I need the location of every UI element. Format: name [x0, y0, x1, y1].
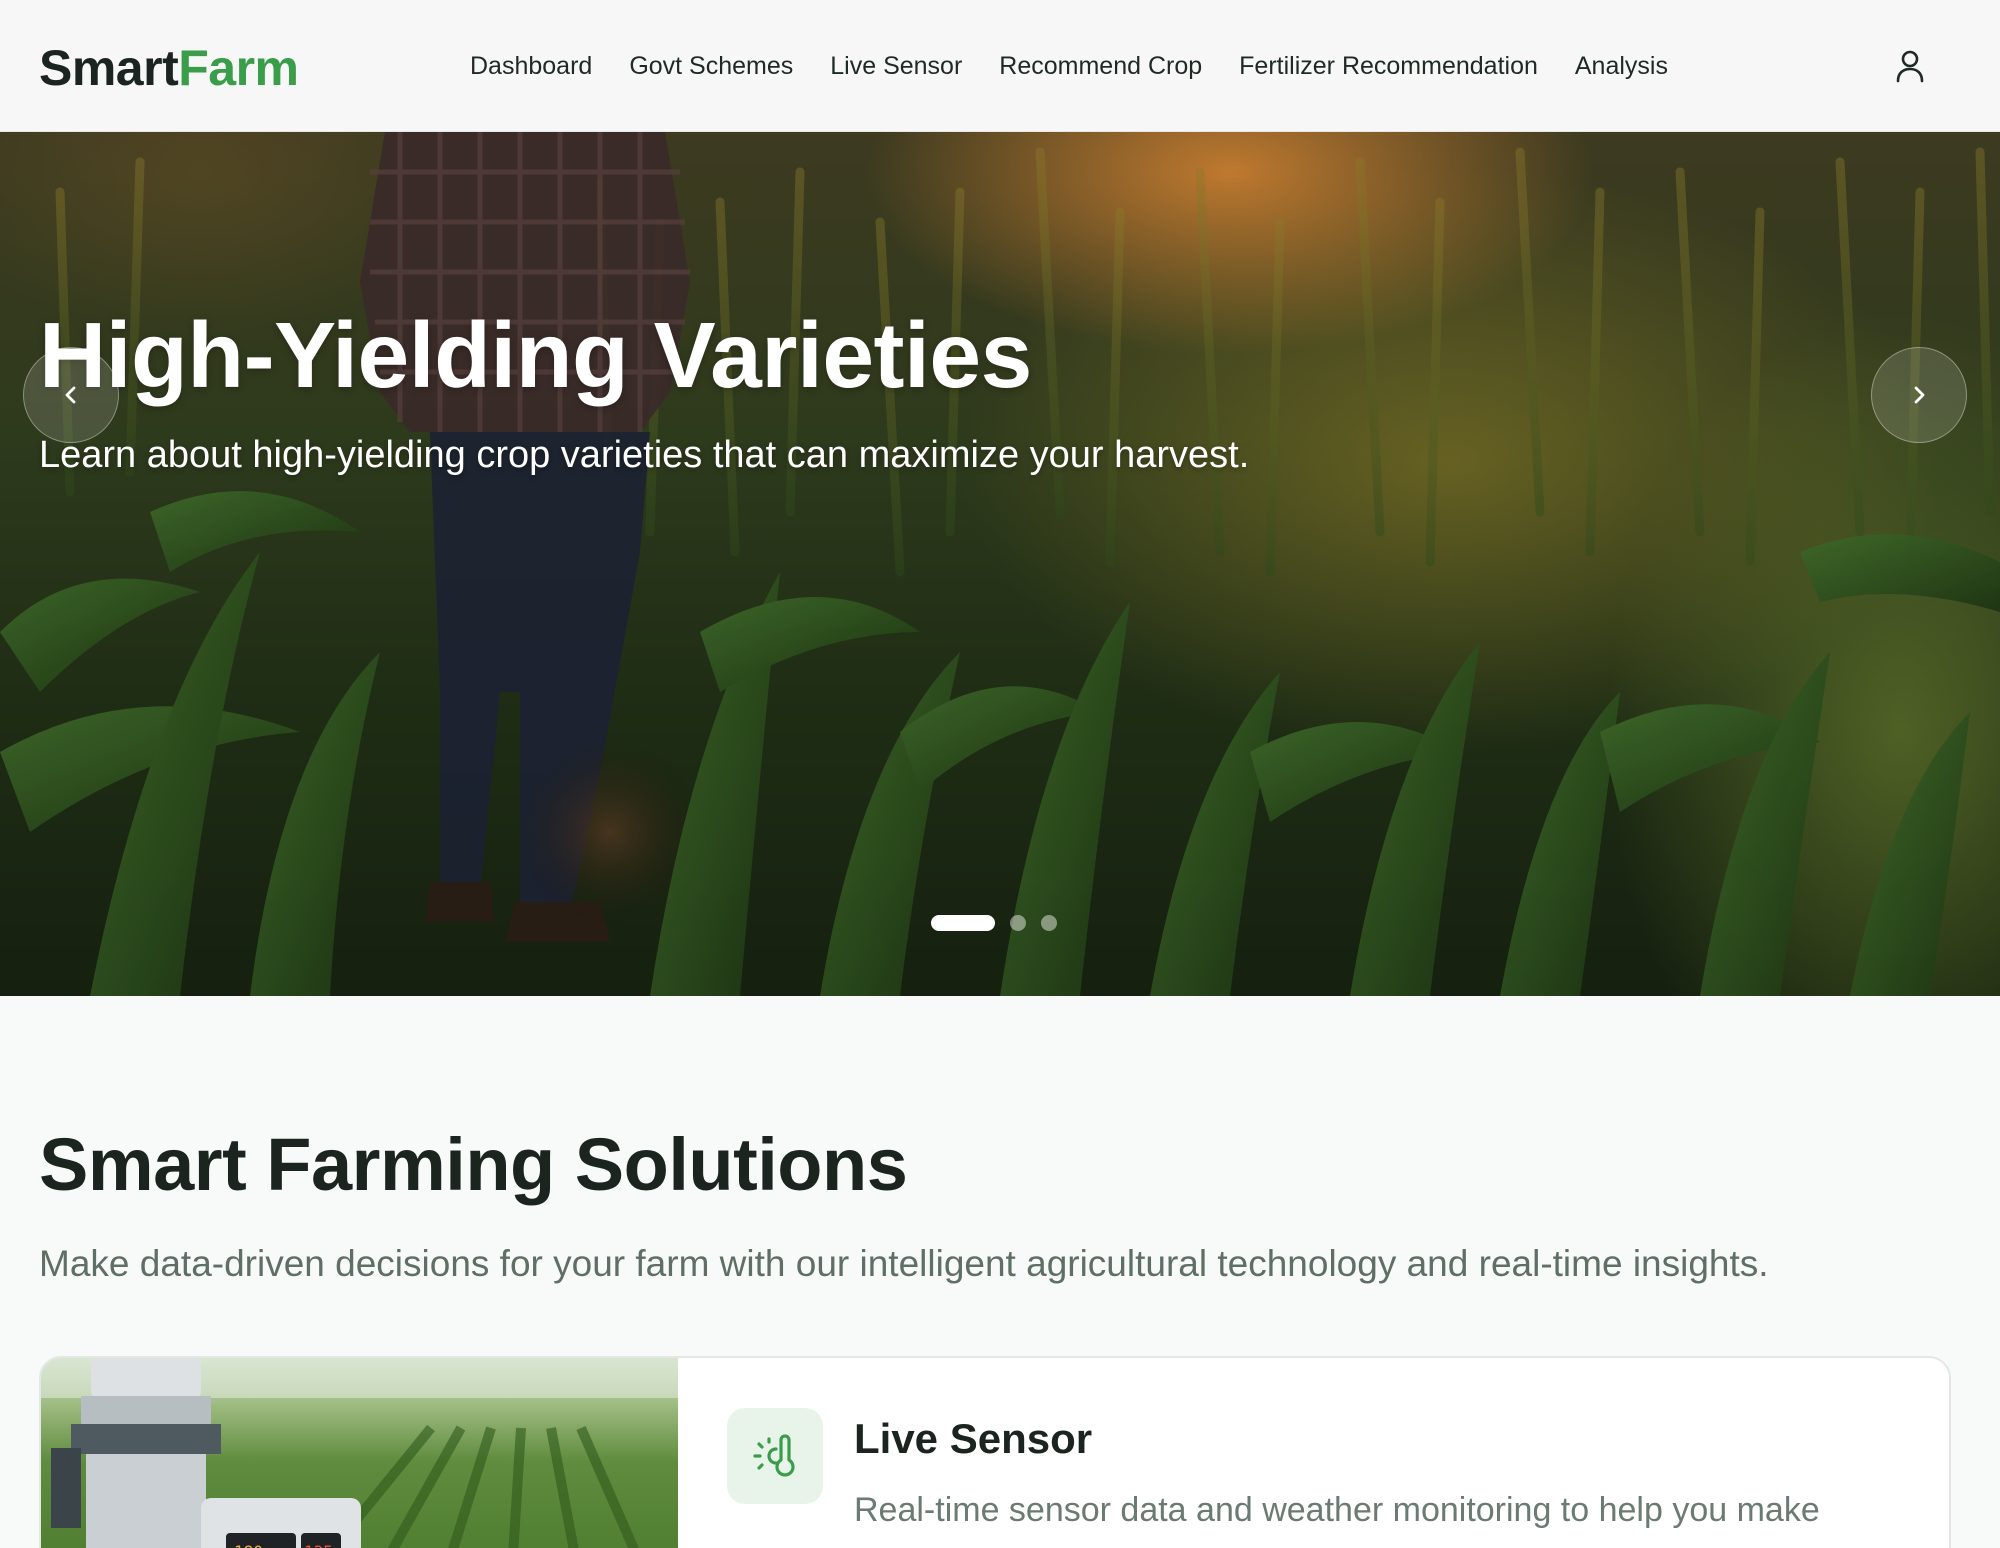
user-icon	[1896, 50, 1924, 83]
chevron-left-icon	[65, 386, 76, 404]
carousel-dot-2[interactable]	[1010, 915, 1026, 931]
hero-title: High-Yielding Varieties	[39, 303, 1032, 407]
svg-text:135: 135	[304, 1542, 333, 1548]
hero-subtitle: Learn about high-yielding crop varieties…	[39, 434, 1250, 476]
logo-text-smart: Smart	[39, 40, 179, 96]
feature-card-live-sensor[interactable]: 180 135 Live Sensor Real-time sensor dat…	[39, 1356, 1951, 1548]
card-title: Live Sensor	[854, 1415, 1093, 1462]
nav-link-live-sensor[interactable]: Live Sensor	[830, 48, 962, 84]
carousel-dot-3[interactable]	[1041, 915, 1057, 931]
card-description: Real-time sensor data and weather monito…	[854, 1491, 1820, 1548]
nav-link-recommend-crop[interactable]: Recommend Crop	[999, 48, 1202, 84]
user-account-button[interactable]	[1890, 46, 1930, 86]
sensor-field-illustration: 180 135	[41, 1358, 678, 1548]
chevron-right-icon	[1914, 386, 1925, 404]
nav-link-analysis[interactable]: Analysis	[1575, 48, 1668, 84]
thermometer-sun-icon	[753, 1434, 795, 1477]
hero-background-image	[0, 132, 2000, 996]
nav-link-govt-schemes[interactable]: Govt Schemes	[629, 48, 793, 84]
logo[interactable]: SmartFarm	[39, 38, 299, 98]
solutions-heading: Smart Farming Solutions	[39, 1123, 908, 1206]
nav-link-fertilizer-recommendation[interactable]: Fertilizer Recommendation	[1239, 48, 1538, 84]
carousel-next-button[interactable]	[1871, 347, 1967, 443]
nav-link-dashboard[interactable]: Dashboard	[470, 48, 592, 84]
hero-carousel: High-Yielding Varieties Learn about high…	[0, 132, 2000, 996]
live-sensor-icon-badge	[727, 1408, 823, 1504]
solutions-subtitle: Make data-driven decisions for your farm…	[39, 1243, 1769, 1284]
main-nav: Dashboard Govt Schemes Live Sensor Recom…	[470, 48, 1668, 84]
svg-text:180: 180	[234, 1542, 263, 1548]
live-sensor-image: 180 135	[41, 1358, 678, 1548]
carousel-indicators	[931, 915, 1057, 931]
carousel-prev-button[interactable]	[23, 347, 119, 443]
carousel-dot-1[interactable]	[931, 915, 995, 931]
logo-text-farm: Farm	[178, 40, 299, 96]
top-navbar: SmartFarm Dashboard Govt Schemes Live Se…	[0, 0, 2000, 132]
